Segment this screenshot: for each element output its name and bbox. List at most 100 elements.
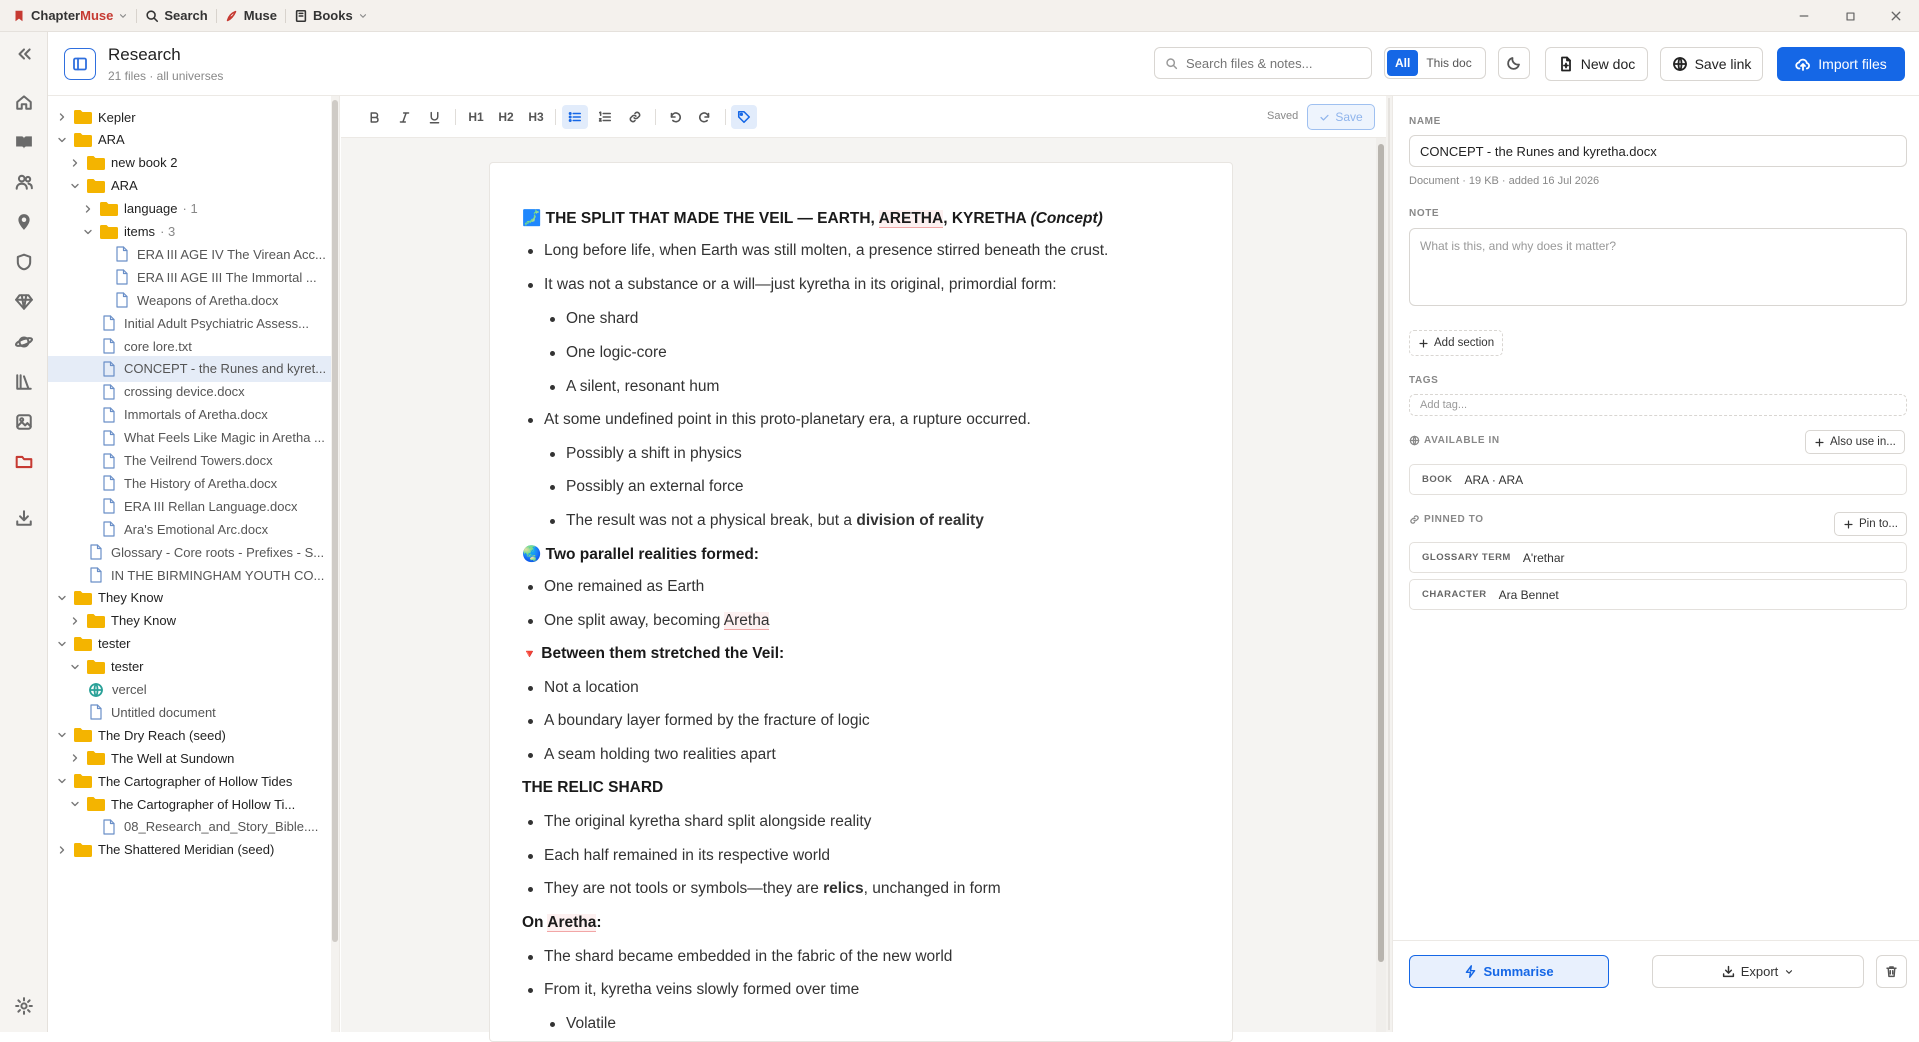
redo-button[interactable] xyxy=(692,105,718,129)
scope-all-button[interactable]: All xyxy=(1387,50,1419,76)
tree-scrollbar[interactable] xyxy=(331,96,339,1032)
doc-heading: On Aretha: xyxy=(522,914,602,932)
nav-library[interactable] xyxy=(12,370,36,394)
numbered-list-button[interactable] xyxy=(592,105,618,129)
nav-worlds[interactable] xyxy=(12,330,36,354)
menu-books[interactable]: Books xyxy=(286,0,376,32)
nav-settings[interactable] xyxy=(12,994,36,1018)
note-field[interactable]: What is this, and why does it matter? xyxy=(1409,228,1907,306)
minimize-icon xyxy=(1799,15,1809,17)
nav-books[interactable] xyxy=(12,130,36,154)
italic-button[interactable] xyxy=(391,105,417,129)
chevron-right-icon[interactable] xyxy=(69,157,81,169)
chevron-down-icon[interactable] xyxy=(56,775,68,787)
summarise-button[interactable]: Summarise xyxy=(1409,955,1609,988)
chevron-right-icon[interactable] xyxy=(69,752,81,764)
heading-3-button[interactable]: H3 xyxy=(523,105,549,129)
app-brand-name: ChapterMuse xyxy=(31,8,114,23)
nav-research[interactable] xyxy=(12,450,36,474)
nav-download[interactable] xyxy=(12,506,36,530)
doc-keyword: Aretha xyxy=(547,914,597,932)
toolbar-divider xyxy=(455,109,456,125)
undo-button[interactable] xyxy=(662,105,688,129)
document-icon xyxy=(103,338,115,354)
save-button[interactable]: Save xyxy=(1307,104,1375,130)
chevron-down-icon[interactable] xyxy=(69,661,81,673)
plus-icon xyxy=(1419,338,1428,348)
doc-heading: THE RELIC SHARD xyxy=(522,779,664,796)
app-brand-menu[interactable]: ChapterMuse xyxy=(0,0,136,32)
import-files-button[interactable]: Import files xyxy=(1777,47,1905,81)
scope-this-doc-button[interactable]: This doc xyxy=(1418,50,1479,76)
bold-button[interactable] xyxy=(361,105,387,129)
folder-icon xyxy=(74,590,92,605)
add-section-button[interactable]: Add section xyxy=(1409,330,1504,356)
toggle-sidebar-button[interactable] xyxy=(64,48,96,80)
heading-1-button[interactable]: H1 xyxy=(463,105,489,129)
nav-places[interactable] xyxy=(12,210,36,234)
quill-icon xyxy=(226,10,237,21)
bullet-list-button[interactable] xyxy=(562,105,588,129)
link-button[interactable] xyxy=(622,105,648,129)
inspector-actions: Summarise Export xyxy=(1393,940,1919,1032)
chevron-down-icon[interactable] xyxy=(56,638,68,650)
tag-highlight-button[interactable] xyxy=(731,105,757,129)
nav-images[interactable] xyxy=(12,410,36,434)
tree-scrollbar-thumb[interactable] xyxy=(332,100,338,942)
chevron-right-icon[interactable] xyxy=(82,203,94,215)
folder-icon xyxy=(15,455,33,469)
nav-characters[interactable] xyxy=(12,170,36,194)
gem-icon xyxy=(15,294,33,310)
collapse-rail-button[interactable] xyxy=(12,42,36,66)
editor-scrollbar-thumb[interactable] xyxy=(1378,144,1384,962)
home-icon xyxy=(16,95,32,110)
chevron-down-icon[interactable] xyxy=(69,798,81,810)
chevron-down-icon[interactable] xyxy=(56,134,68,146)
also-use-in-button[interactable]: Also use in... xyxy=(1805,430,1905,454)
heading-2-button[interactable]: H2 xyxy=(493,105,519,129)
chevron-right-icon[interactable] xyxy=(56,844,68,856)
maximize-button[interactable] xyxy=(1827,0,1873,32)
editor-scrollbar[interactable] xyxy=(1376,138,1386,1032)
save-link-button[interactable]: Save link xyxy=(1660,47,1763,81)
chevron-right-icon[interactable] xyxy=(56,111,68,123)
pin-to-button[interactable]: Pin to... xyxy=(1834,512,1907,536)
menu-muse[interactable]: Muse xyxy=(217,0,285,32)
file-tree: Kepler ARA new book 2 ARA language · 1 items · … xyxy=(48,96,340,1032)
document-page[interactable]: 🗾 THE SPLIT THAT MADE THE VEIL — EARTH, … xyxy=(489,162,1233,1042)
theme-toggle-button[interactable] xyxy=(1498,47,1530,79)
chevron-down-icon[interactable] xyxy=(69,180,81,192)
chevron-down-icon[interactable] xyxy=(82,226,94,238)
close-button[interactable] xyxy=(1873,0,1919,32)
nav-home[interactable] xyxy=(12,90,36,114)
folder-icon xyxy=(74,110,92,124)
nav-factions[interactable] xyxy=(12,250,36,274)
chevron-down-icon[interactable] xyxy=(56,729,68,741)
file-name-field[interactable]: CONCEPT - the Runes and kyretha.docx xyxy=(1409,135,1907,167)
tag-input[interactable]: Add tag... xyxy=(1409,394,1907,416)
folder-icon xyxy=(87,155,105,170)
new-doc-button[interactable]: New doc xyxy=(1545,47,1648,81)
tree-folder[interactable]: The Shattered Meridian (seed) xyxy=(48,837,336,863)
chevron-right-icon[interactable] xyxy=(69,615,81,627)
minimize-button[interactable] xyxy=(1781,0,1827,32)
search-input[interactable] xyxy=(1186,55,1356,71)
menu-search[interactable]: Search xyxy=(137,0,215,32)
underline-icon xyxy=(429,111,439,124)
chevron-down-icon[interactable] xyxy=(56,592,68,604)
document-icon xyxy=(103,521,115,537)
doc-list-item: Possibly an external force xyxy=(549,478,744,495)
tree-label: Weapons of Aretha.docx xyxy=(137,292,279,308)
pin-card[interactable]: CHARACTER Ara Bennet xyxy=(1409,579,1907,610)
nav-items[interactable] xyxy=(12,290,36,314)
pin-key: CHARACTER xyxy=(1422,589,1487,600)
pin-card[interactable]: GLOSSARY TERM A'rethar xyxy=(1409,542,1907,573)
delete-button[interactable] xyxy=(1876,955,1907,988)
underline-button[interactable] xyxy=(421,105,447,129)
book-link-card[interactable]: BOOK ARA · ARA xyxy=(1409,464,1907,495)
pin-value: A'rethar xyxy=(1522,550,1565,565)
editor-toolbar: H1 H2 H3 Saved Save xyxy=(341,96,1386,138)
new-doc-label: New doc xyxy=(1580,56,1636,72)
page-header: Research 21 files · all universes All Th… xyxy=(48,32,1919,96)
export-button[interactable]: Export xyxy=(1652,955,1864,988)
